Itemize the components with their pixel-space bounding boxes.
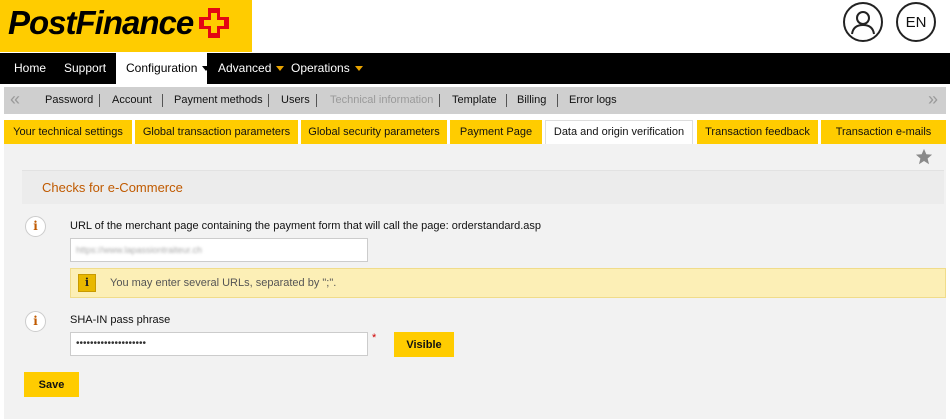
divider xyxy=(316,94,317,107)
nav-home[interactable]: Home xyxy=(14,53,46,84)
tab-your-technical-settings[interactable]: Your technical settings xyxy=(4,120,132,144)
subnav-error-logs[interactable]: Error logs xyxy=(569,87,617,114)
sha-in-label: SHA-IN pass phrase xyxy=(70,314,171,326)
divider xyxy=(439,94,440,107)
nav-operations-label: Operations xyxy=(291,61,350,75)
nav-configuration-label: Configuration xyxy=(126,61,198,75)
subnav-technical-information: Technical information xyxy=(330,94,434,106)
tab-transaction-feedback[interactable]: Transaction feedback xyxy=(697,120,818,144)
subnav-template[interactable]: Template xyxy=(452,87,497,114)
nav-operations[interactable]: Operations xyxy=(291,53,363,84)
divider xyxy=(268,94,269,107)
nav-support[interactable]: Support xyxy=(64,53,106,84)
account-button[interactable] xyxy=(843,2,883,42)
merchant-url-value: https://www.lapassiontraiteur.ch xyxy=(76,245,203,255)
scroll-right-icon[interactable]: » xyxy=(928,89,938,110)
nav-support-label: Support xyxy=(64,61,107,75)
url-field-label: URL of the merchant page containing the … xyxy=(70,220,542,232)
divider xyxy=(506,94,507,107)
subnav-billing[interactable]: Billing xyxy=(517,87,546,114)
notice-text: You may enter several URLs, separated by… xyxy=(110,277,337,289)
chevron-down-icon xyxy=(202,66,211,72)
divider xyxy=(557,94,558,107)
nav-configuration[interactable]: Configuration xyxy=(116,53,211,87)
merchant-url-input[interactable]: https://www.lapassiontraiteur.ch xyxy=(70,238,368,262)
nav-home-label: Home xyxy=(14,61,47,75)
chevron-down-icon xyxy=(276,66,285,72)
save-button[interactable]: Save xyxy=(24,372,79,397)
visible-button[interactable]: Visible xyxy=(394,332,454,357)
subnav-password[interactable]: Password xyxy=(45,87,93,114)
user-icon xyxy=(851,11,875,35)
tab-transaction-emails[interactable]: Transaction e-mails xyxy=(821,120,946,144)
star-icon[interactable] xyxy=(915,148,933,166)
swiss-cross-icon xyxy=(199,8,229,38)
postfinance-logo[interactable]: PostFinance xyxy=(0,0,252,52)
section-title: Checks for e-Commerce xyxy=(42,180,183,195)
subnav-users[interactable]: Users xyxy=(281,87,310,114)
tab-data-and-origin-verification[interactable]: Data and origin verification xyxy=(545,120,693,144)
info-icon: i xyxy=(78,274,96,292)
tab-global-security-parameters[interactable]: Global security parameters xyxy=(301,120,447,144)
divider xyxy=(99,94,100,107)
nav-advanced-label: Advanced xyxy=(218,61,272,75)
nav-advanced[interactable]: Advanced xyxy=(218,53,285,84)
chevron-down-icon xyxy=(354,66,363,72)
tab-payment-page[interactable]: Payment Page xyxy=(450,120,542,144)
required-marker: * xyxy=(372,332,377,344)
scroll-left-icon[interactable]: « xyxy=(10,89,20,110)
main-nav: Home Support Configuration Advanced Oper… xyxy=(0,53,950,87)
subnav-payment-methods[interactable]: Payment methods xyxy=(174,87,263,114)
logo-text: PostFinance xyxy=(8,4,194,41)
page: PostFinance EN Home Support Configuratio… xyxy=(0,0,950,419)
info-icon[interactable]: i xyxy=(25,216,46,237)
subnav-account[interactable]: Account xyxy=(112,87,152,114)
tab-global-transaction-parameters[interactable]: Global transaction parameters xyxy=(135,120,298,144)
info-icon[interactable]: i xyxy=(25,311,46,332)
sub-nav: « Password Account Payment methods Users… xyxy=(4,87,946,114)
sha-in-input[interactable]: •••••••••••••••••••• xyxy=(70,332,368,356)
sha-in-value: •••••••••••••••••••• xyxy=(76,338,147,349)
divider xyxy=(162,94,163,107)
language-button[interactable]: EN xyxy=(896,2,936,42)
